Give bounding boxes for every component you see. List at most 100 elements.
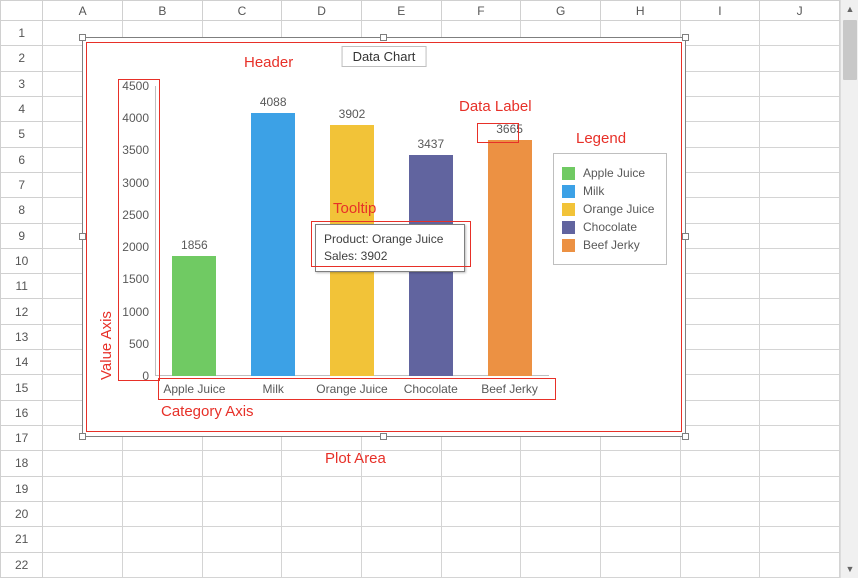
cell[interactable] [282, 552, 362, 577]
cell[interactable] [441, 527, 521, 552]
cell[interactable] [680, 324, 760, 349]
row-header[interactable]: 2 [1, 46, 43, 71]
cell[interactable] [361, 552, 441, 577]
cell[interactable] [600, 527, 680, 552]
row-header[interactable]: 8 [1, 198, 43, 223]
cell[interactable] [760, 476, 840, 501]
col-header[interactable]: I [680, 1, 760, 21]
cell[interactable] [123, 451, 203, 476]
cell[interactable] [760, 248, 840, 273]
scroll-down-icon[interactable]: ▼ [841, 560, 858, 578]
resize-handle[interactable] [79, 34, 86, 41]
row-header[interactable]: 5 [1, 122, 43, 147]
cell[interactable] [760, 223, 840, 248]
col-header[interactable]: A [43, 1, 123, 21]
cell[interactable] [760, 122, 840, 147]
legend[interactable]: Apple JuiceMilkOrange JuiceChocolateBeef… [553, 153, 667, 265]
resize-handle[interactable] [79, 233, 86, 240]
cell[interactable] [521, 501, 601, 526]
chart-object[interactable]: Data Chart 05001000150020002500300035004… [82, 37, 686, 437]
row-header[interactable]: 9 [1, 223, 43, 248]
legend-item[interactable]: Milk [562, 184, 658, 198]
row-header[interactable]: 19 [1, 476, 43, 501]
row-header[interactable]: 20 [1, 501, 43, 526]
cell[interactable] [760, 46, 840, 71]
row-header[interactable]: 21 [1, 527, 43, 552]
cell[interactable] [282, 451, 362, 476]
cell[interactable] [680, 21, 760, 46]
row-header[interactable]: 18 [1, 451, 43, 476]
cell[interactable] [43, 552, 123, 577]
cell[interactable] [123, 476, 203, 501]
cell[interactable] [760, 96, 840, 121]
row-header[interactable]: 4 [1, 96, 43, 121]
row-header[interactable]: 17 [1, 426, 43, 451]
cell[interactable] [202, 501, 282, 526]
cell[interactable] [43, 476, 123, 501]
cell[interactable] [680, 122, 760, 147]
cell[interactable] [441, 451, 521, 476]
cell[interactable] [680, 274, 760, 299]
cell[interactable] [680, 96, 760, 121]
cell[interactable] [43, 451, 123, 476]
bar[interactable]: 1856 [172, 256, 216, 376]
cell[interactable] [521, 552, 601, 577]
row-header[interactable]: 15 [1, 375, 43, 400]
legend-item[interactable]: Chocolate [562, 220, 658, 234]
cell[interactable] [760, 299, 840, 324]
cell[interactable] [760, 400, 840, 425]
cell[interactable] [680, 172, 760, 197]
cell[interactable] [441, 501, 521, 526]
scroll-thumb[interactable] [843, 20, 857, 80]
row-header[interactable]: 22 [1, 552, 43, 577]
cell[interactable] [680, 552, 760, 577]
cell[interactable] [760, 21, 840, 46]
cell[interactable] [760, 375, 840, 400]
cell[interactable] [760, 324, 840, 349]
row-header[interactable]: 6 [1, 147, 43, 172]
cell[interactable] [361, 501, 441, 526]
legend-item[interactable]: Apple Juice [562, 166, 658, 180]
resize-handle[interactable] [79, 433, 86, 440]
resize-handle[interactable] [682, 34, 689, 41]
vertical-scrollbar[interactable]: ▲ ▼ [840, 0, 858, 578]
cell[interactable] [361, 527, 441, 552]
cell[interactable] [123, 501, 203, 526]
resize-handle[interactable] [682, 233, 689, 240]
cell[interactable] [441, 552, 521, 577]
col-header[interactable]: F [441, 1, 521, 21]
cell[interactable] [680, 501, 760, 526]
cell[interactable] [43, 527, 123, 552]
col-header[interactable]: D [282, 1, 362, 21]
cell[interactable] [43, 501, 123, 526]
cell[interactable] [680, 46, 760, 71]
resize-handle[interactable] [380, 433, 387, 440]
cell[interactable] [600, 451, 680, 476]
legend-item[interactable]: Beef Jerky [562, 238, 658, 252]
cell[interactable] [600, 552, 680, 577]
cell[interactable] [680, 375, 760, 400]
row-header[interactable]: 13 [1, 324, 43, 349]
select-all-corner[interactable] [1, 1, 43, 21]
cell[interactable] [680, 299, 760, 324]
cell[interactable] [282, 527, 362, 552]
chart-title[interactable]: Data Chart [342, 46, 427, 67]
cell[interactable] [760, 527, 840, 552]
cell[interactable] [600, 476, 680, 501]
col-header[interactable]: G [521, 1, 601, 21]
cell[interactable] [361, 451, 441, 476]
cell[interactable] [361, 476, 441, 501]
cell[interactable] [760, 501, 840, 526]
row-header[interactable]: 3 [1, 71, 43, 96]
cell[interactable] [521, 451, 601, 476]
cell[interactable] [680, 400, 760, 425]
resize-handle[interactable] [682, 433, 689, 440]
row-header[interactable]: 10 [1, 248, 43, 273]
cell[interactable] [680, 198, 760, 223]
row-header[interactable]: 16 [1, 400, 43, 425]
row-header[interactable]: 14 [1, 350, 43, 375]
cell[interactable] [760, 147, 840, 172]
cell[interactable] [123, 527, 203, 552]
cell[interactable] [680, 248, 760, 273]
cell[interactable] [521, 476, 601, 501]
